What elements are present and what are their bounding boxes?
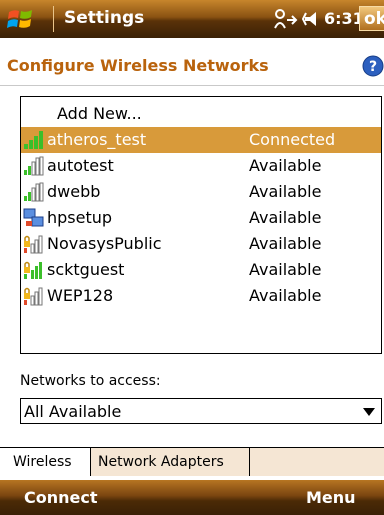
page-title: Configure Wireless Networks: [7, 56, 269, 75]
network-row-novasyspublic[interactable]: NovasysPublic Available: [21, 231, 381, 257]
signal-strength-icon: [24, 131, 43, 149]
network-name: WEP128: [47, 286, 114, 305]
network-name: autotest: [47, 156, 114, 175]
network-status: Available: [249, 234, 322, 253]
connectivity-icon[interactable]: [272, 8, 298, 30]
add-new-label: Add New...: [57, 104, 142, 123]
networks-to-access-label: Networks to access:: [20, 373, 161, 389]
network-row-autotest[interactable]: autotest Available: [21, 153, 381, 179]
signal-strength-icon: [24, 182, 44, 202]
ok-button[interactable]: ok: [359, 6, 384, 31]
volume-icon[interactable]: [302, 9, 324, 29]
network-row-wep128[interactable]: WEP128 Available: [21, 283, 381, 309]
network-name: hpsetup: [47, 208, 113, 227]
network-status: Available: [249, 156, 322, 175]
network-row-dwebb[interactable]: dwebb Available: [21, 179, 381, 205]
add-new-item[interactable]: Add New...: [21, 101, 381, 127]
network-name: dwebb: [47, 182, 101, 201]
network-row-scktguest[interactable]: scktguest Available: [21, 257, 381, 283]
network-status: Available: [249, 208, 322, 227]
connect-softkey[interactable]: Connect: [24, 488, 98, 507]
secured-signal-icon: [24, 235, 43, 254]
app-title: Settings: [64, 8, 145, 28]
soft-key-bar: Connect Menu: [0, 480, 384, 515]
secured-signal-icon: [24, 287, 43, 306]
network-row-atheros-test[interactable]: atheros_test Connected: [21, 127, 381, 153]
windows-start-icon[interactable]: [6, 4, 36, 34]
network-status: Available: [249, 260, 322, 279]
chevron-down-icon[interactable]: [363, 408, 375, 416]
networks-to-access-select[interactable]: All Available: [20, 398, 382, 424]
selected-option: All Available: [24, 402, 122, 421]
network-status: Available: [249, 286, 322, 305]
network-row-hpsetup[interactable]: hpsetup Available: [21, 205, 381, 231]
tab-strip-fill: [250, 448, 384, 476]
help-icon[interactable]: ?: [362, 55, 384, 77]
network-name: NovasysPublic: [47, 234, 162, 253]
tab-wireless[interactable]: Wireless: [13, 448, 89, 476]
signal-strength-icon: [24, 156, 44, 176]
clock-time[interactable]: 6:31: [324, 9, 364, 28]
header-divider: [0, 85, 384, 86]
network-name: atheros_test: [47, 130, 147, 149]
menu-softkey[interactable]: Menu: [306, 488, 356, 507]
tab-network-adapters[interactable]: Network Adapters: [90, 448, 250, 476]
title-bar: Settings 6:31 ok: [0, 0, 384, 38]
ad-hoc-computer-icon: [23, 208, 44, 227]
title-separator: [53, 6, 54, 32]
network-list[interactable]: Add New... atheros_test Connected autote…: [20, 96, 382, 354]
network-status: Available: [249, 182, 322, 201]
network-name: scktguest: [47, 260, 125, 279]
svg-text:?: ?: [369, 59, 377, 75]
network-status: Connected: [249, 130, 336, 149]
secured-signal-icon: [24, 261, 42, 279]
